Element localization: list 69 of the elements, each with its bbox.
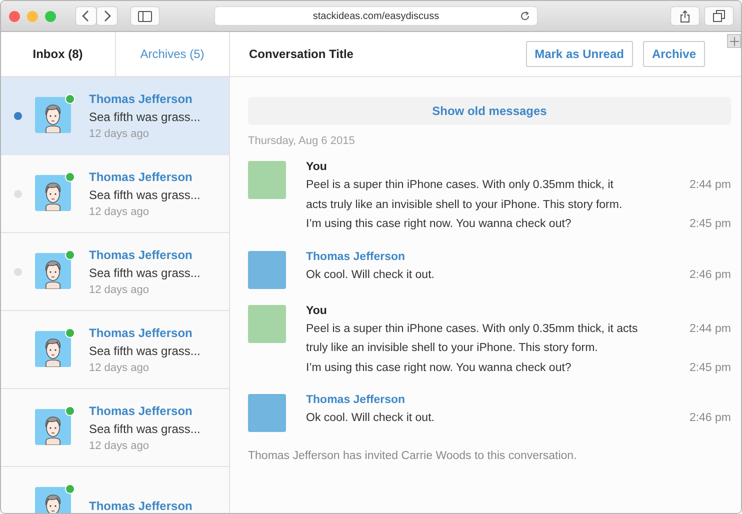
action-button[interactable]: Mark as Unread — [526, 41, 633, 67]
message-preview: Sea fifth was grass... — [89, 266, 200, 280]
forward-icon — [103, 10, 111, 22]
contact-name: Thomas Jefferson — [89, 326, 194, 340]
avatar-icon — [35, 408, 71, 444]
avatar-icon — [35, 252, 71, 288]
sender-name: Thomas Jefferson — [306, 250, 406, 262]
message-age: 12 days ago — [89, 128, 150, 140]
contact-name: Thomas Jefferson — [89, 92, 194, 106]
forward-button[interactable] — [97, 7, 117, 25]
conversation-item[interactable]: Thomas Jefferson — [1, 467, 229, 513]
reload-icon[interactable] — [520, 11, 530, 21]
message-text: Peel is a super thin iPhone cases. With only 0.35mm thick, it — [306, 178, 614, 193]
message-time: 2:45 pm — [689, 360, 731, 376]
sidebar-icon — [138, 10, 152, 22]
message-text: I’m using this case right now. You wanna check out? — [306, 217, 572, 232]
tab[interactable]: Inbox (8) — [1, 32, 116, 76]
address-bar[interactable]: stackideas.com/easydiscuss — [215, 7, 537, 25]
message-time: 2:45 pm — [689, 217, 731, 232]
share-button[interactable] — [671, 7, 699, 25]
back-icon — [82, 10, 90, 22]
contact-name: Thomas Jefferson — [89, 498, 192, 512]
conversation-title: Conversation Title — [249, 47, 354, 61]
message-time: 2:44 pm — [689, 322, 731, 336]
sender-name: Thomas Jefferson — [306, 394, 406, 406]
contact-name: Thomas Jefferson — [89, 404, 194, 418]
message-preview: Sea fifth was grass... — [89, 422, 200, 436]
tabs-button[interactable] — [705, 7, 733, 25]
message-text: truly like an invisible shell to your iPhone. This story form. — [306, 341, 598, 356]
message-time: 2:44 pm — [689, 178, 731, 193]
tabs-icon — [713, 10, 725, 22]
message-age: 12 days ago — [89, 206, 150, 218]
conversation-item[interactable]: Thomas Jefferson Sea fifth was grass... 12 days ago — [1, 77, 229, 155]
message-text: Ok cool. Will check it out. — [306, 268, 434, 282]
conversation-item[interactable]: Thomas Jefferson Sea fifth was grass... 12 days ago — [1, 155, 229, 233]
message-preview: Sea fifth was grass... — [89, 110, 200, 124]
avatar-placeholder — [248, 250, 286, 288]
message-age: 12 days ago — [89, 362, 150, 374]
avatar-placeholder — [248, 161, 286, 199]
avatar-icon — [35, 486, 71, 513]
conversation-item[interactable]: Thomas Jefferson Sea fifth was grass... 12 days ago — [1, 389, 229, 467]
sender-name: You — [306, 161, 328, 173]
sender-name: You — [306, 304, 328, 316]
message-time: 2:46 pm — [689, 411, 731, 426]
avatar-placeholder — [248, 304, 286, 342]
action-button[interactable]: Archive — [642, 41, 705, 67]
message-text: acts truly like an invisible shell to your iPhone. This story form. — [306, 198, 622, 212]
avatar-placeholder — [248, 394, 286, 432]
message-text: Peel is a super thin iPhone cases. With only 0.35mm thick, it acts — [306, 322, 638, 336]
contact-name: Thomas Jefferson — [89, 248, 194, 262]
contact-name: Thomas Jefferson — [89, 170, 194, 184]
message-time: 2:46 pm — [689, 268, 731, 282]
avatar-icon — [35, 96, 71, 132]
message-preview: Sea fifth was grass... — [89, 344, 200, 358]
message-preview: Sea fifth was grass... — [89, 188, 200, 202]
message-age: 12 days ago — [89, 440, 150, 452]
date-label: Thursday, Aug 6 2015 — [248, 135, 356, 147]
conversation-item[interactable]: Thomas Jefferson Sea fifth was grass... 12 days ago — [1, 311, 229, 389]
new-tab-button[interactable] — [727, 34, 741, 48]
conversation-item[interactable]: Thomas Jefferson Sea fifth was grass... 12 days ago — [1, 233, 229, 311]
message-text: Ok cool. Will check it out. — [306, 411, 434, 426]
message-text: I’m using this case right now. You wanna check out? — [306, 360, 572, 376]
share-icon — [680, 10, 690, 22]
avatar-icon — [35, 174, 71, 210]
avatar-icon — [35, 330, 71, 366]
back-button[interactable] — [76, 7, 96, 25]
sidebar-button[interactable] — [131, 7, 159, 25]
message-age: 12 days ago — [89, 284, 150, 296]
system-notice: Thomas Jefferson has invited Carrie Woods to this conversation. — [248, 450, 578, 462]
